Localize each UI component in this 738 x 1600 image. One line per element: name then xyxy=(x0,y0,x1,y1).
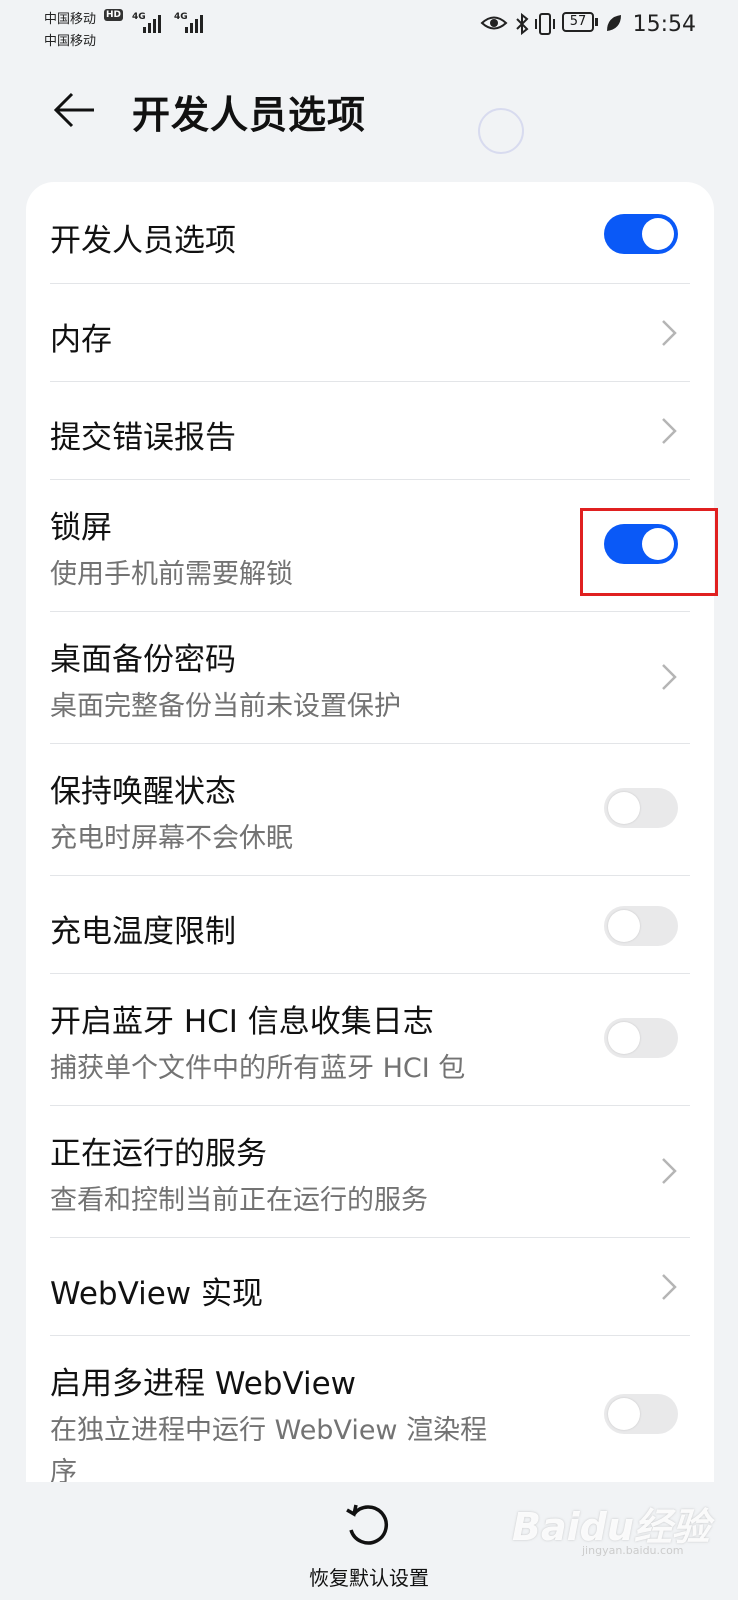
setting-subtitle: 查看和控制当前正在运行的服务 xyxy=(50,1185,428,1216)
setting-title: 提交错误报告 xyxy=(50,420,236,456)
setting-title: 正在运行的服务 xyxy=(50,1136,267,1172)
loading-indicator xyxy=(478,108,524,154)
setting-title: 充电温度限制 xyxy=(50,914,236,950)
setting-desktop-backup-password[interactable]: 桌面备份密码 桌面完整备份当前未设置保护 xyxy=(50,612,714,744)
developer-options-toggle[interactable] xyxy=(604,214,678,254)
setting-bug-report[interactable]: 提交错误报告 xyxy=(50,382,714,480)
chevron-right-icon xyxy=(662,418,677,444)
setting-title: 启用多进程 WebView xyxy=(50,1366,357,1402)
reset-defaults-label: 恢复默认设置 xyxy=(309,1566,429,1590)
leaf-icon xyxy=(607,15,621,31)
settings-list: 开发人员选项 内存 提交错误报告 锁屏 使用手机前需要解锁 桌面备份密码 桌面完… xyxy=(26,182,714,1482)
setting-stay-awake[interactable]: 保持唤醒状态 充电时屏幕不会休眠 xyxy=(50,744,714,876)
vibrate-icon xyxy=(535,13,555,35)
chevron-right-icon xyxy=(662,1158,677,1184)
setting-subtitle: 充电时屏幕不会休眠 xyxy=(50,823,293,854)
setting-charging-temp-limit[interactable]: 充电温度限制 xyxy=(50,876,714,974)
setting-developer-options[interactable]: 开发人员选项 xyxy=(50,182,714,284)
setting-memory[interactable]: 内存 xyxy=(50,284,714,382)
stay-awake-toggle[interactable] xyxy=(604,788,678,828)
setting-title: 桌面备份密码 xyxy=(50,642,236,678)
setting-title: 开启蓝牙 HCI 信息收集日志 xyxy=(50,1004,434,1040)
highlight-box xyxy=(580,508,718,596)
setting-multiprocess-webview[interactable]: 启用多进程 WebView 在独立进程中运行 WebView 渲染程 序 xyxy=(50,1336,714,1482)
battery-icon: 57 xyxy=(562,12,600,34)
back-arrow-icon[interactable] xyxy=(50,86,98,134)
setting-subtitle: 在独立进程中运行 WebView 渲染程 xyxy=(50,1415,488,1446)
chevron-right-icon xyxy=(662,664,677,690)
watermark-url: jingyan.baidu.com xyxy=(582,1544,684,1557)
setting-bluetooth-hci-log[interactable]: 开启蓝牙 HCI 信息收集日志 捕获单个文件中的所有蓝牙 HCI 包 xyxy=(50,974,714,1106)
battery-level: 57 xyxy=(562,12,594,32)
carrier-2: 中国移动 xyxy=(44,34,97,49)
bluetooth-hci-log-toggle[interactable] xyxy=(604,1018,678,1058)
refresh-icon xyxy=(346,1504,389,1545)
bluetooth-icon xyxy=(516,12,529,36)
chevron-right-icon xyxy=(662,320,677,346)
watermark-brand: Baidu经验 xyxy=(512,1505,710,1549)
hd-badge: HD xyxy=(104,9,124,21)
setting-title: WebView 实现 xyxy=(50,1276,264,1312)
page-title: 开发人员选项 xyxy=(132,93,367,137)
setting-running-services[interactable]: 正在运行的服务 查看和控制当前正在运行的服务 xyxy=(50,1106,714,1238)
reset-defaults-button[interactable]: 恢复默认设置 xyxy=(290,1500,448,1592)
setting-subtitle: 捕获单个文件中的所有蓝牙 HCI 包 xyxy=(50,1053,466,1084)
charging-temp-limit-toggle[interactable] xyxy=(604,906,678,946)
setting-title: 锁屏 xyxy=(50,510,112,546)
status-bar: 中国移动 HD 中国移动 4G 4G 57 15:54 xyxy=(0,0,738,56)
carrier-1: 中国移动 xyxy=(44,12,97,27)
chevron-right-icon xyxy=(662,1274,677,1300)
eye-icon xyxy=(480,16,508,30)
setting-subtitle: 使用手机前需要解锁 xyxy=(50,559,293,590)
setting-title: 开发人员选项 xyxy=(50,223,236,259)
setting-title: 内存 xyxy=(50,322,112,358)
setting-webview-implementation[interactable]: WebView 实现 xyxy=(50,1238,714,1336)
app-header: 开发人员选项 xyxy=(0,70,738,154)
clock: 15:54 xyxy=(632,12,696,37)
baidu-watermark: Baidu经验 jingyan.baidu.com xyxy=(512,1488,712,1568)
setting-subtitle-continued: 序 xyxy=(50,1457,77,1482)
setting-subtitle: 桌面完整备份当前未设置保护 xyxy=(50,691,401,722)
multiprocess-webview-toggle[interactable] xyxy=(604,1394,678,1434)
setting-title: 保持唤醒状态 xyxy=(50,774,236,810)
